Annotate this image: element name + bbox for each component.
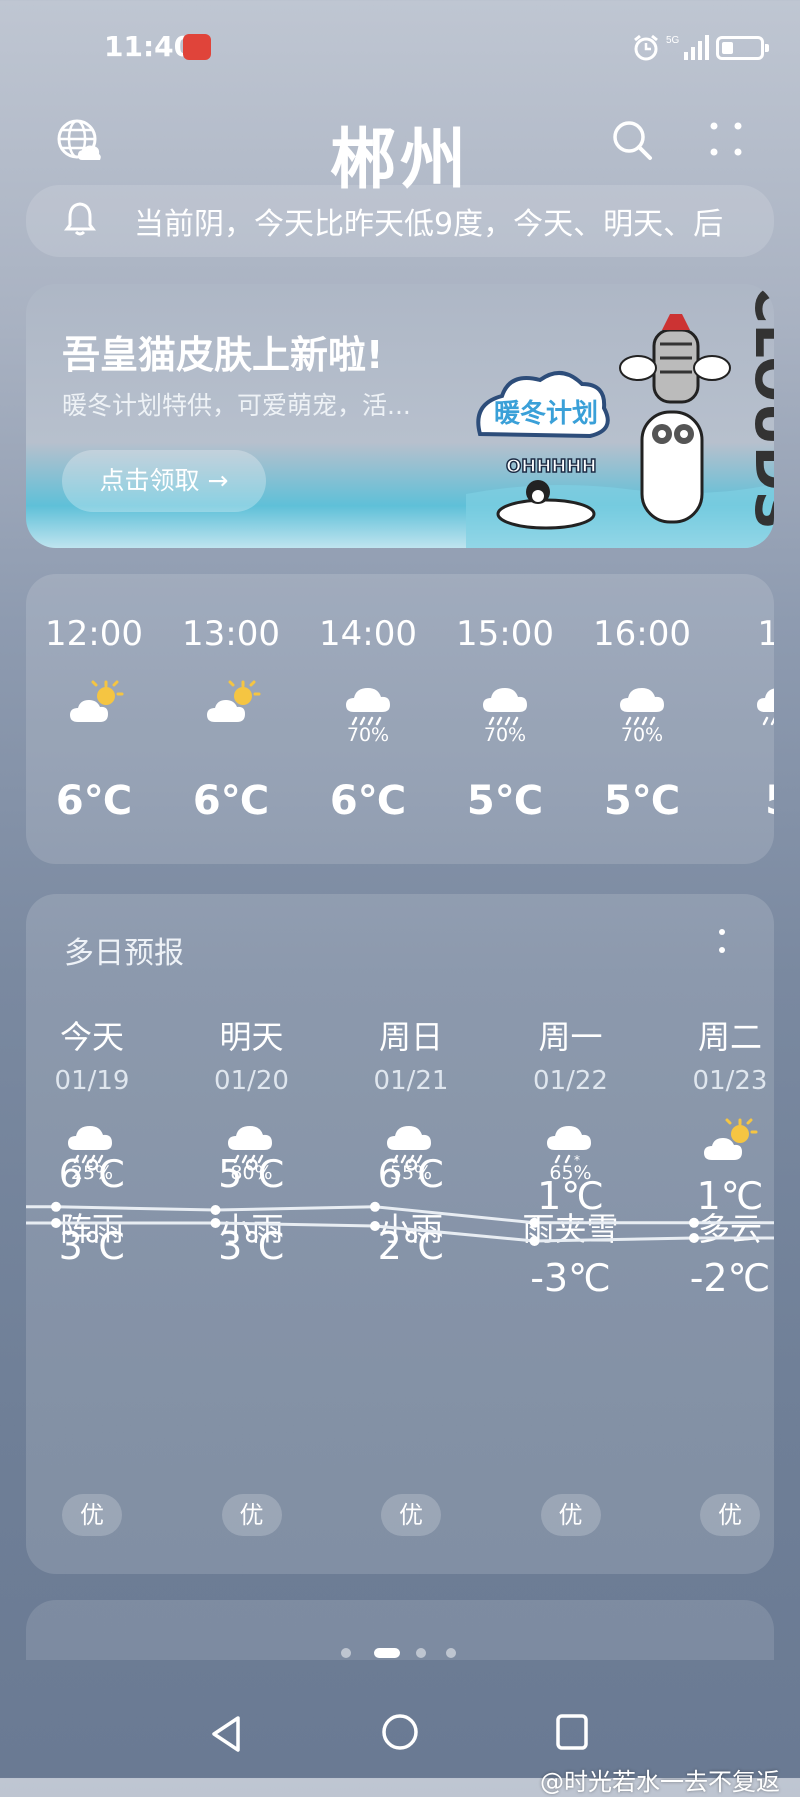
hour-temp: 6℃ [192,778,270,824]
back-icon[interactable] [206,1712,246,1756]
hourly-item: 16:00 70% 5℃ [574,574,710,864]
battery-fill [722,42,733,54]
promo-badge-text: 暖冬计划 [494,399,598,429]
page-dot[interactable] [416,1648,426,1658]
precip-chance: 70% [483,724,527,746]
hour-temp: 6℃ [329,778,407,824]
temperature-trend-chart [26,1201,774,1246]
hour-time: 14:00 [319,614,417,654]
promo-banner[interactable]: 吾皇猫皮肤上新啦! 暖冬计划特供，可爱萌宠，活... 点击领取 → 暖冬计划 O… [26,284,774,548]
rain-icon [479,678,535,726]
alarm-icon [634,34,658,61]
search-icon[interactable] [610,118,654,162]
low-temp-line-point [51,1218,61,1228]
high-temp-line-point [529,1217,540,1228]
promo-caption-text: OHHHHH [506,456,597,477]
hour-time: 13:00 [182,614,280,654]
claim-button[interactable]: 点击领取 → [62,450,266,512]
app-badge-icon [183,34,211,60]
cat-skin-artwork: 暖冬计划 OHHHHH CLOUDS [466,284,774,548]
hourly-item: 12:00 6℃ [26,574,162,864]
hourly-forecast[interactable]: 12:00 6℃ 13:00 6℃ 14:00 70% 6℃ 15:00 70% 5℃ 16:00 7… [26,574,774,864]
bell-icon [64,202,96,236]
hour-time: 17 [757,614,774,654]
promo-badge-cloud: 暖冬计划 OHHHHH [476,371,610,478]
low-temp-line-point [370,1221,380,1231]
rain-icon [616,678,672,726]
signal-icon: 5G [666,35,709,60]
high-temp-line-point [210,1205,221,1215]
page-dot[interactable] [341,1648,351,1658]
page-indicator[interactable] [0,1646,800,1660]
banner-title: 吾皇猫皮肤上新啦! [62,333,384,377]
hour-time: 15:00 [456,614,554,654]
low-temp-line [26,1221,774,1243]
weather-alert-bar[interactable]: 当前阴，今天比昨天低9度，今天、明天、后 [26,185,774,257]
low-temp-line-point [689,1233,699,1243]
precip-chance: 7 [711,724,774,746]
hourly-item: 14:00 70% 6℃ [300,574,436,864]
banner-subtitle: 暖冬计划特供，可爱萌宠，活... [62,391,411,420]
high-temp-line-point [689,1217,699,1228]
hour-temp: 6℃ [55,778,133,824]
precip-chance: 70% [346,724,390,746]
rain-icon [342,678,398,726]
low-temp-line-point [529,1236,540,1246]
partly-sunny-icon [68,678,124,726]
rain-icon [753,678,774,726]
network-type: 5G [666,35,680,46]
daily-forecast[interactable]: 多日预报 今天 01/19 25% 阵雨 6℃ 3℃ 优明天 01/20 80% 小雨 5℃ 3℃ 优周… [26,894,774,1574]
page-dot[interactable] [374,1648,400,1658]
recent-apps-icon[interactable] [554,1712,590,1752]
hour-time: 16:00 [593,614,691,654]
page-dot[interactable] [446,1648,456,1658]
high-temp-line-point [51,1201,61,1212]
more-icon[interactable] [708,120,744,160]
hourly-item: 1775 [711,574,774,864]
low-temp-line-point [210,1218,221,1228]
banner-brand-text: CLOUDS [743,284,774,530]
home-icon[interactable] [380,1712,420,1752]
battery-icon [716,36,769,60]
watermark: @时光若水一去不复返 [540,1768,780,1796]
hour-temp: 5℃ [603,778,681,824]
precip-chance: 70% [620,724,664,746]
hour-time: 12:00 [45,614,143,654]
high-temp-line-point [370,1201,380,1212]
high-temp-line [26,1205,774,1225]
hour-temp: 5 [711,778,774,824]
hourly-item: 13:00 6℃ [163,574,299,864]
alert-text: 当前阴，今天比昨天低9度，今天、明天、后 [134,207,724,242]
partly-sunny-icon [205,678,261,726]
status-time: 11:40 [104,30,194,63]
hour-temp: 5℃ [466,778,544,824]
hourly-item: 15:00 70% 5℃ [437,574,573,864]
